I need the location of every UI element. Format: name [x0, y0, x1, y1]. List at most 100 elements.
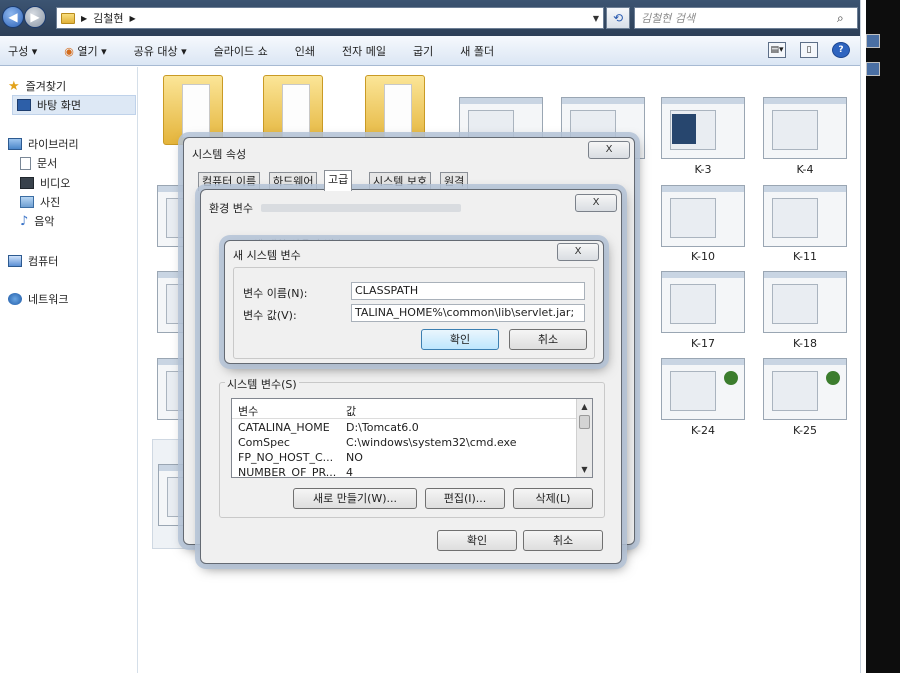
star-icon: ★ [8, 78, 20, 94]
tab-advanced[interactable]: 고급 [324, 170, 353, 191]
desktop-icon [17, 99, 31, 111]
print-button[interactable]: 인쇄 [295, 43, 315, 59]
file-name[interactable]: K-11 [763, 250, 847, 263]
chevron-right-icon[interactable]: ▶ [81, 14, 87, 23]
back-button[interactable]: ◀ [2, 6, 24, 28]
folder-icon[interactable] [163, 75, 223, 145]
search-input[interactable]: 김철현 검색 ⌕ [634, 7, 858, 29]
file-name[interactable]: K-3 [661, 163, 745, 176]
table-row[interactable]: ComSpec C:\windows\system32\cmd.exe [232, 436, 578, 451]
table-row[interactable]: NUMBER_OF_PR... 4 [232, 466, 578, 478]
scroll-up-icon[interactable]: ▲ [577, 399, 592, 414]
help-icon [866, 62, 880, 76]
variable-name: CATALINA_HOME [238, 421, 330, 434]
close-button[interactable]: X [557, 243, 599, 261]
file-name[interactable]: K-17 [661, 337, 745, 350]
scroll-thumb[interactable] [579, 415, 590, 429]
dialog-title: 새 시스템 변수 [233, 249, 301, 262]
image-thumbnail[interactable] [661, 97, 745, 159]
help-icon[interactable]: ? [832, 42, 850, 58]
video-icon [20, 177, 34, 189]
sidebar-item-computer[interactable]: 컴퓨터 [8, 253, 58, 269]
sidebar-item-desktop[interactable]: 바탕 화면 [12, 95, 136, 115]
music-icon: ♪ [20, 213, 29, 229]
search-placeholder: 김철현 검색 [641, 12, 696, 25]
share-menu[interactable]: 공유 대상 ▾ [134, 43, 187, 59]
variable-value: NO [346, 451, 363, 464]
variable-value: C:\windows\system32\cmd.exe [346, 436, 517, 449]
sidebar-item-music[interactable]: ♪ 음악 [20, 213, 55, 229]
breadcrumb[interactable]: ▶ 김철현 ▶ ▼ [56, 7, 604, 29]
edit-button[interactable]: 편집(I)... [425, 488, 505, 509]
file-name[interactable]: K-25 [763, 424, 847, 437]
background-window-edge [866, 0, 900, 673]
forward-button[interactable]: ▶ [24, 6, 46, 28]
folder-icon[interactable] [263, 75, 323, 145]
command-bar: 구성 ▾ ◉ 열기 ▾ 공유 대상 ▾ 슬라이드 쇼 인쇄 전자 메일 굽기 새… [0, 36, 866, 66]
image-thumbnail[interactable] [763, 271, 847, 333]
variable-name: FP_NO_HOST_C... [238, 451, 334, 464]
window-fragment-icon [866, 34, 880, 48]
variable-value-field[interactable]: TALINA_HOME%\common\lib\servlet.jar; [351, 304, 585, 322]
address-bar: ◀ ▶ ▶ 김철현 ▶ ▼ ⟲ 김철현 검색 ⌕ [0, 0, 866, 36]
system-variables-list[interactable]: 변수 값 CATALINA_HOME D:\Tomcat6.0 ComSpec … [231, 398, 593, 478]
variable-value: D:\Tomcat6.0 [346, 421, 419, 434]
cancel-button[interactable]: 취소 [523, 530, 603, 551]
variable-value-label: 변수 값(V): [243, 309, 297, 322]
document-icon [20, 156, 31, 170]
new-folder-button[interactable]: 새 폴더 [460, 43, 494, 59]
list-header: 변수 값 [232, 399, 592, 419]
close-button[interactable]: X [575, 194, 617, 212]
system-variables-label: 시스템 변수(S) [225, 376, 299, 392]
image-thumbnail[interactable] [763, 185, 847, 247]
scroll-down-icon[interactable]: ▼ [577, 462, 592, 477]
ok-button[interactable]: 확인 [437, 530, 517, 551]
variable-name: ComSpec [238, 436, 290, 449]
variable-name-field[interactable]: CLASSPATH [351, 282, 585, 300]
ok-button[interactable]: 확인 [421, 329, 499, 350]
open-menu[interactable]: ◉ 열기 ▾ [64, 43, 106, 59]
sidebar-item-network[interactable]: 네트워크 [8, 291, 68, 307]
variable-name: NUMBER_OF_PR... [238, 466, 337, 478]
preview-pane-icon[interactable]: ▯ [800, 42, 818, 58]
new-button[interactable]: 새로 만들기(W)... [293, 488, 417, 509]
column-header-variable[interactable]: 변수 [238, 403, 258, 419]
image-thumbnail[interactable] [661, 271, 745, 333]
column-header-value[interactable]: 값 [346, 403, 356, 419]
refresh-button[interactable]: ⟲ [606, 7, 630, 29]
sidebar-item-favorites[interactable]: ★ 즐겨찾기 [8, 78, 66, 94]
slideshow-button[interactable]: 슬라이드 쇼 [214, 43, 268, 59]
view-options-icon[interactable]: ▤▾ [768, 42, 786, 58]
close-button[interactable]: X [588, 141, 630, 159]
search-icon[interactable]: ⌕ [837, 11, 857, 26]
file-name[interactable]: K-18 [763, 337, 847, 350]
file-name[interactable]: K-4 [763, 163, 847, 176]
sidebar-item-pictures[interactable]: 사진 [20, 194, 60, 210]
chevron-down-icon[interactable]: ▼ [589, 14, 603, 23]
image-thumbnail[interactable] [763, 97, 847, 159]
dialog-title: 환경 변수 [209, 202, 253, 215]
file-name[interactable]: K-10 [661, 250, 745, 263]
sidebar-item-videos[interactable]: 비디오 [20, 175, 70, 191]
file-name[interactable]: K-24 [661, 424, 745, 437]
table-row[interactable]: CATALINA_HOME D:\Tomcat6.0 [232, 421, 578, 436]
new-system-variable-dialog: 새 시스템 변수 X 변수 이름(N): CLASSPATH 변수 값(V): … [224, 240, 604, 364]
breadcrumb-item[interactable]: 김철현 [93, 10, 123, 26]
blurred-background-text [261, 204, 461, 212]
email-button[interactable]: 전자 메일 [342, 43, 386, 59]
burn-button[interactable]: 굽기 [413, 43, 433, 59]
cancel-button[interactable]: 취소 [509, 329, 587, 350]
computer-icon [8, 255, 22, 267]
variable-name-label: 변수 이름(N): [243, 287, 308, 300]
delete-button[interactable]: 삭제(L) [513, 488, 593, 509]
chevron-right-icon[interactable]: ▶ [130, 14, 136, 23]
organize-menu[interactable]: 구성 ▾ [8, 43, 37, 59]
sidebar-item-libraries[interactable]: 라이브러리 [8, 136, 79, 152]
image-thumbnail[interactable] [661, 185, 745, 247]
image-thumbnail[interactable] [763, 358, 847, 420]
sidebar-item-documents[interactable]: 문서 [20, 155, 57, 171]
image-thumbnail[interactable] [661, 358, 745, 420]
table-row[interactable]: FP_NO_HOST_C... NO [232, 451, 578, 466]
folder-icon[interactable] [365, 75, 425, 145]
list-scrollbar[interactable]: ▲ ▼ [576, 399, 592, 477]
